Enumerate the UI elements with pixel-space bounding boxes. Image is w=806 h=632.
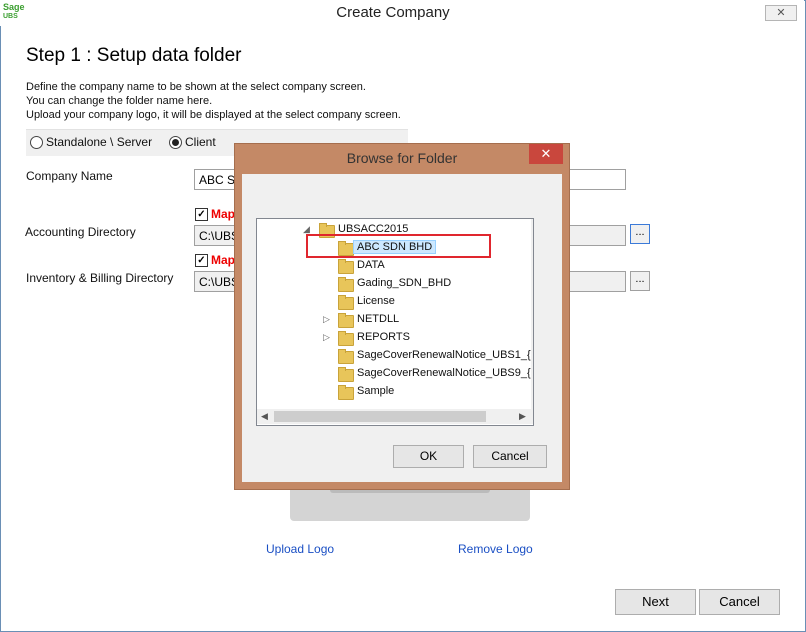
- dialog-close-button[interactable]: ✕: [529, 144, 563, 164]
- standalone-radio-label[interactable]: Standalone \ Server: [46, 135, 152, 149]
- tree-row[interactable]: SageCoverRenewalNotice_UBS1_{0: [257, 347, 533, 365]
- scroll-right-icon[interactable]: ▶: [515, 411, 530, 422]
- folder-icon: [338, 277, 354, 292]
- accounting-directory-label: Accounting Directory: [25, 225, 136, 239]
- logo-preview: [290, 487, 530, 521]
- company-name-label: Company Name: [26, 169, 113, 183]
- folder-icon: [338, 349, 354, 364]
- dialog-title: Browse for Folder: [346, 150, 458, 166]
- folder-icon: [338, 313, 354, 328]
- window-title: Create Company: [336, 4, 450, 21]
- folder-icon: [338, 295, 354, 310]
- standalone-radio[interactable]: [30, 136, 43, 149]
- tree-row[interactable]: SageCoverRenewalNotice_UBS9_{0: [257, 365, 533, 383]
- scroll-up-icon[interactable]: ▲: [531, 221, 533, 231]
- tree-row-label[interactable]: SageCoverRenewalNotice_UBS9_{0: [357, 367, 533, 379]
- tree-row[interactable]: DATA: [257, 257, 533, 275]
- cancel-button[interactable]: Cancel: [699, 589, 780, 615]
- client-radio-label[interactable]: Client: [185, 135, 216, 149]
- folder-icon: [338, 367, 354, 382]
- expander-icon[interactable]: ▷: [323, 314, 330, 325]
- inventory-map-checkbox[interactable]: ✓: [195, 254, 208, 267]
- accounting-map-label: Map: [211, 207, 235, 221]
- description-line: You can change the folder name here.: [26, 95, 213, 107]
- selection-highlight-box: [306, 234, 491, 258]
- tree-row-label[interactable]: Sample: [357, 385, 394, 397]
- tree-row[interactable]: Gading_SDN_BHD: [257, 275, 533, 293]
- tree-row-label[interactable]: NETDLL: [357, 313, 399, 325]
- horizontal-scrollbar[interactable]: ◀ ▶: [257, 409, 533, 424]
- folder-icon: [338, 385, 354, 400]
- description-line: Define the company name to be shown at t…: [26, 81, 366, 93]
- step-title: Step 1 : Setup data folder: [26, 45, 242, 66]
- vertical-scrollbar[interactable]: ▲ ▼: [531, 219, 534, 409]
- remove-logo-link[interactable]: Remove Logo: [458, 542, 533, 556]
- accounting-map-checkbox[interactable]: ✓: [195, 208, 208, 221]
- horizontal-scroll-thumb[interactable]: [274, 411, 486, 422]
- tree-row[interactable]: ▷ REPORTS: [257, 329, 533, 347]
- folder-icon: [338, 331, 354, 346]
- dialog-cancel-button[interactable]: Cancel: [473, 445, 547, 468]
- dialog-ok-button[interactable]: OK: [393, 445, 464, 468]
- tree-row-label[interactable]: Gading_SDN_BHD: [357, 277, 451, 289]
- tree-row[interactable]: License: [257, 293, 533, 311]
- inventory-directory-label: Inventory & Billing Directory: [26, 271, 174, 285]
- dialog-body: ◢ UBSACC2015 ABC SDN BHD DATA Gading_SDN…: [242, 174, 562, 482]
- scroll-left-icon[interactable]: ◀: [257, 411, 272, 422]
- description-line: Upload your company logo, it will be dis…: [26, 109, 401, 121]
- upload-logo-link[interactable]: Upload Logo: [266, 542, 334, 556]
- scroll-down-icon[interactable]: ▼: [531, 395, 533, 405]
- next-button[interactable]: Next: [615, 589, 696, 615]
- tree-row-label[interactable]: License: [357, 295, 395, 307]
- inventory-map-label: Map: [211, 253, 235, 267]
- tree-row[interactable]: ▷ NETDLL: [257, 311, 533, 329]
- folder-icon: [338, 259, 354, 274]
- expander-icon[interactable]: ▷: [323, 332, 330, 343]
- tree-row-label[interactable]: SageCoverRenewalNotice_UBS1_{0: [357, 349, 533, 361]
- client-radio[interactable]: [169, 136, 182, 149]
- inventory-browse-button[interactable]: ...: [630, 271, 650, 291]
- browse-folder-dialog: Browse for Folder ✕ ◢ UBSACC2015 ABC SDN…: [234, 143, 570, 490]
- window-close-button[interactable]: ✕: [765, 5, 797, 21]
- accounting-browse-button[interactable]: ...: [630, 224, 650, 244]
- vertical-scroll-thumb[interactable]: [533, 303, 534, 339]
- tree-row-label[interactable]: DATA: [357, 259, 385, 271]
- tree-row-label[interactable]: REPORTS: [357, 331, 410, 343]
- tree-row[interactable]: Sample: [257, 383, 533, 401]
